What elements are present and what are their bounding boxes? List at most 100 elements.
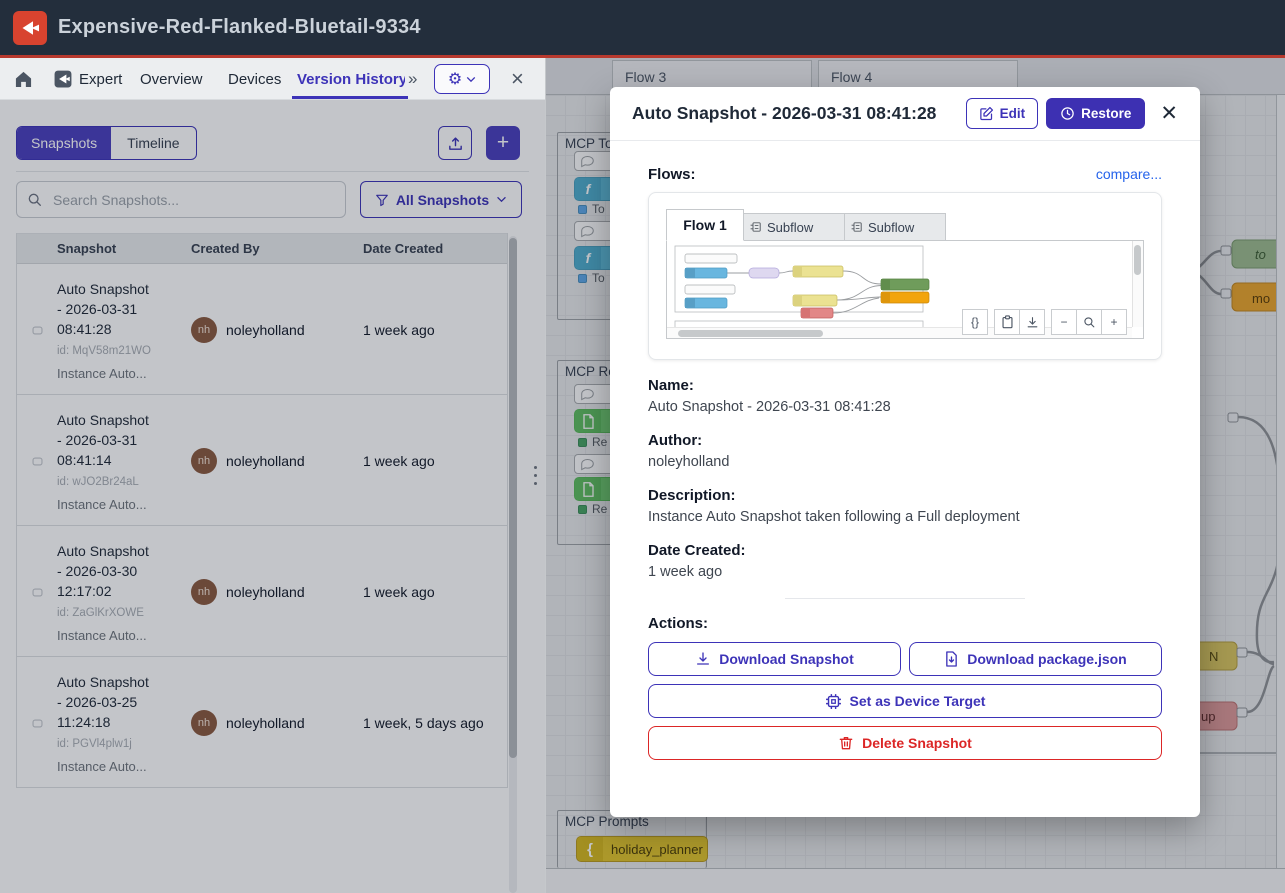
tab-overflow-chevrons[interactable]: » bbox=[408, 58, 417, 100]
drawer-close-icon[interactable]: × bbox=[511, 66, 524, 92]
status-dot-blue bbox=[578, 205, 587, 214]
snapshot-meta: Instance Auto... bbox=[57, 628, 183, 643]
cpu-chip-icon bbox=[825, 693, 842, 710]
tab-overview[interactable]: Overview bbox=[140, 58, 203, 100]
download-flow-button[interactable] bbox=[1019, 309, 1045, 335]
preview-canvas[interactable]: {} − + bbox=[666, 240, 1144, 339]
download-package-button[interactable]: Download package.json bbox=[909, 642, 1162, 676]
user-name: noleyholland bbox=[226, 322, 305, 338]
toggle-snapshots[interactable]: Snapshots bbox=[17, 127, 111, 159]
tab-devices[interactable]: Devices bbox=[228, 58, 281, 100]
zoom-reset-button[interactable] bbox=[1076, 309, 1102, 335]
preview-tab-subflow-2[interactable]: Subflow bbox=[845, 213, 946, 241]
function-icon: f bbox=[575, 247, 601, 269]
gear-icon: ⚙ bbox=[448, 69, 462, 89]
brace-icon: { bbox=[577, 837, 603, 861]
scrollbar-thumb[interactable] bbox=[678, 330, 823, 337]
download-icon bbox=[695, 651, 711, 667]
orange-node-label: mo bbox=[1252, 291, 1270, 306]
snapshot-type-icon bbox=[17, 672, 57, 774]
preview-tab-label: Subflow bbox=[767, 220, 813, 235]
subflow-icon bbox=[750, 221, 762, 233]
drawer-body: Snapshots Timeline + All Snapshots Sna bbox=[0, 100, 545, 893]
download-package-label: Download package.json bbox=[967, 651, 1126, 667]
view-toggle: Snapshots Timeline bbox=[16, 126, 197, 160]
preview-tab-flow1[interactable]: Flow 1 bbox=[666, 209, 744, 241]
date-created-value: 1 week ago bbox=[648, 564, 1162, 580]
upload-snapshot-button[interactable] bbox=[438, 126, 472, 160]
col-snapshot: Snapshot bbox=[57, 241, 191, 256]
edit-button[interactable]: Edit bbox=[966, 98, 1039, 129]
version-history-drawer: Expert Overview Devices Version History … bbox=[0, 58, 546, 893]
snapshot-type-icon bbox=[17, 410, 57, 512]
delete-snapshot-button[interactable]: Delete Snapshot bbox=[648, 726, 1162, 760]
restore-label: Restore bbox=[1081, 106, 1131, 121]
restore-button[interactable]: Restore bbox=[1046, 98, 1145, 129]
view-json-button[interactable]: {} bbox=[962, 309, 988, 335]
download-icon bbox=[1026, 316, 1039, 329]
toggle-timeline[interactable]: Timeline bbox=[111, 127, 195, 159]
editor-footer bbox=[545, 868, 1285, 893]
download-snapshot-button[interactable]: Download Snapshot bbox=[648, 642, 901, 676]
preview-tab-subflow-1[interactable]: Subflow bbox=[744, 213, 845, 241]
flow-preview-card: Flow 1 Subflow Subflow bbox=[648, 192, 1162, 360]
date-created: 1 week ago bbox=[363, 584, 509, 600]
table-header: Snapshot Created By Date Created bbox=[17, 233, 507, 264]
speech-bubble-icon bbox=[580, 458, 595, 471]
drawer-resize-handle[interactable] bbox=[534, 466, 537, 485]
magnifier-icon bbox=[1083, 316, 1096, 329]
editor-scrollbar[interactable] bbox=[1276, 95, 1285, 868]
avatar: nh bbox=[191, 579, 217, 605]
table-row[interactable]: Auto Snapshot - 2026-03-31 08:41:14id: w… bbox=[17, 395, 507, 526]
download-snapshot-label: Download Snapshot bbox=[719, 651, 854, 667]
chevron-down-icon bbox=[466, 76, 476, 83]
active-tab-underline bbox=[292, 96, 408, 99]
speech-bubble-icon bbox=[580, 155, 595, 168]
tab-version-history[interactable]: Version History bbox=[297, 58, 405, 100]
status-dot-blue bbox=[578, 274, 587, 283]
set-device-target-button[interactable]: Set as Device Target bbox=[648, 684, 1162, 718]
search-input[interactable] bbox=[51, 191, 335, 209]
prompt-node[interactable]: { holiday_planner bbox=[576, 836, 708, 862]
snapshot-search[interactable] bbox=[16, 181, 346, 218]
date-created-label: Date Created: bbox=[648, 542, 1162, 559]
table-row[interactable]: Auto Snapshot - 2026-03-30 12:17:02 id: Z… bbox=[17, 526, 507, 657]
speech-bubble-icon bbox=[580, 388, 595, 401]
snapshot-title: Auto Snapshot - 2026-03-30 12:17:02 bbox=[57, 541, 153, 601]
snapshot-filter-dropdown[interactable]: All Snapshots bbox=[360, 181, 522, 218]
tab-expert[interactable]: Expert bbox=[54, 58, 122, 100]
flowfuse-logo-icon bbox=[18, 16, 42, 40]
compare-link[interactable]: compare... bbox=[1096, 166, 1162, 182]
scrollbar-thumb[interactable] bbox=[1134, 245, 1141, 275]
modal-header: Auto Snapshot - 2026-03-31 08:41:28 Edit… bbox=[610, 87, 1200, 141]
user-name: noleyholland bbox=[226, 715, 305, 731]
status-text: Re bbox=[592, 502, 607, 516]
add-snapshot-button[interactable]: + bbox=[486, 126, 520, 160]
edit-icon bbox=[979, 106, 994, 121]
table-row[interactable]: Auto Snapshot - 2026-03-31 08:41:28id: M… bbox=[17, 264, 507, 395]
trash-icon bbox=[838, 735, 854, 751]
snapshot-id: id: ZaGlKrXOWE bbox=[57, 606, 161, 621]
drawer-tab-bar: Expert Overview Devices Version History … bbox=[0, 58, 545, 100]
node-status: To bbox=[578, 202, 605, 216]
avatar: nh bbox=[191, 448, 217, 474]
modal-close-icon[interactable]: ✕ bbox=[1160, 101, 1178, 126]
zoom-out-button[interactable]: − bbox=[1051, 309, 1077, 335]
settings-dropdown-button[interactable]: ⚙ bbox=[434, 64, 490, 94]
user-name: noleyholland bbox=[226, 453, 305, 469]
zoom-in-button[interactable]: + bbox=[1101, 309, 1127, 335]
preview-vscrollbar[interactable] bbox=[1132, 241, 1143, 327]
home-icon bbox=[14, 70, 33, 88]
app-header: Expensive-Red-Flanked-Bluetail-9334 bbox=[0, 0, 1285, 55]
copy-button[interactable] bbox=[994, 309, 1020, 335]
table-scrollbar[interactable] bbox=[509, 236, 517, 893]
flowfuse-logo[interactable] bbox=[13, 11, 47, 45]
status-text: To bbox=[592, 271, 605, 285]
table-row[interactable]: Auto Snapshot - 2026-03-25 11:24:18id: P… bbox=[17, 657, 507, 788]
scrollbar-thumb[interactable] bbox=[509, 238, 517, 758]
modal-title: Auto Snapshot - 2026-03-31 08:41:28 bbox=[632, 103, 966, 124]
tab-version-history-label: Version History bbox=[297, 71, 405, 88]
filter-label: All Snapshots bbox=[396, 192, 489, 208]
snapshot-id: id: wJO2Br24aL bbox=[57, 475, 161, 490]
home-tab[interactable] bbox=[14, 58, 33, 100]
